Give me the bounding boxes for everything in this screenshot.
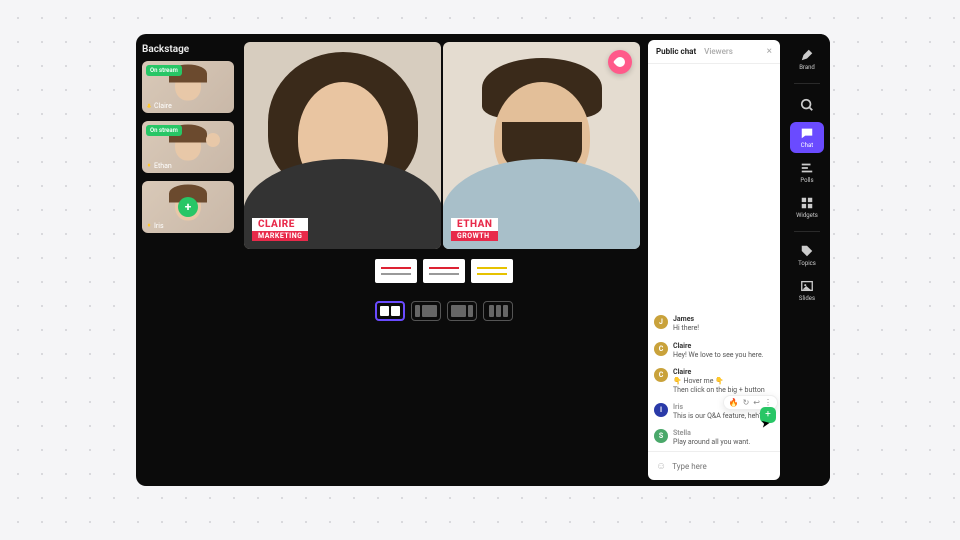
message-text: Hi there! xyxy=(673,324,774,333)
rail-label: Widgets xyxy=(796,212,818,219)
rail-divider xyxy=(794,231,820,232)
message-author: Claire xyxy=(673,342,774,350)
layout-pip-right[interactable] xyxy=(447,301,477,321)
mic-icon xyxy=(146,223,152,229)
speaker-role: MARKETING xyxy=(252,231,308,241)
chat-message: S Stella Play around all you want. xyxy=(654,429,774,447)
slide-thumbnails xyxy=(375,259,513,283)
chat-tabs: Public chat Viewers × xyxy=(648,40,780,64)
stage-videos: CLAIRE MARKETING ETHAN GROWTH xyxy=(240,34,648,253)
layout-pip-left[interactable] xyxy=(411,301,441,321)
rail-topics[interactable]: Topics xyxy=(790,240,824,271)
stage-area: CLAIRE MARKETING ETHAN GROWTH xyxy=(240,34,648,486)
name-tag: ETHAN GROWTH xyxy=(451,218,498,241)
message-author: Stella xyxy=(673,429,774,437)
slide-thumb[interactable] xyxy=(471,259,513,283)
fire-icon[interactable]: 🔥 xyxy=(729,398,739,407)
rail-search[interactable] xyxy=(790,92,824,118)
right-rail: Brand Chat Polls Widgets Topics Slides xyxy=(784,34,830,486)
layout-split[interactable] xyxy=(375,301,405,321)
rail-label: Polls xyxy=(800,177,813,184)
on-stream-badge: On stream xyxy=(146,125,182,136)
message-text: Hey! We love to see you here. xyxy=(673,351,774,360)
rail-divider xyxy=(794,83,820,84)
layout-picker xyxy=(375,301,513,321)
rail-label: Slides xyxy=(799,295,815,302)
message-text: Play around all you want. xyxy=(673,438,774,447)
speaker-role: GROWTH xyxy=(451,231,498,241)
rail-label: Brand xyxy=(799,64,815,71)
add-to-stage-button[interactable]: + xyxy=(178,197,198,217)
rail-label: Topics xyxy=(798,260,816,267)
chat-message-hovered: 🔥 ↻ ↩ ⋮ + ➤ I Iris This is our Q&A featu… xyxy=(654,403,774,421)
tab-public-chat[interactable]: Public chat xyxy=(656,47,696,56)
smile-icon[interactable]: ☺ xyxy=(656,461,666,472)
backstage-tile-iris[interactable]: + Iris xyxy=(142,181,234,233)
tab-viewers[interactable]: Viewers xyxy=(704,47,733,56)
message-text: This is our Q&A feature, heh? xyxy=(673,412,774,421)
backstage-tile-claire[interactable]: On stream Claire xyxy=(142,61,234,113)
drop-icon[interactable] xyxy=(608,50,632,74)
chat-messages[interactable]: J James Hi there! C Claire Hey! We love … xyxy=(648,64,780,451)
tag-icon xyxy=(800,244,814,258)
image-icon xyxy=(800,279,814,293)
chat-message: C Claire 👇 Hover me 👇 Then click on the … xyxy=(654,368,774,395)
backstage-title: Backstage xyxy=(142,44,234,55)
rail-slides[interactable]: Slides xyxy=(790,275,824,306)
message-text: 👇 Hover me 👇 Then click on the big + but… xyxy=(673,377,774,395)
chat-message: J James Hi there! xyxy=(654,315,774,333)
rail-label: Chat xyxy=(801,142,813,149)
backstage-name: Claire xyxy=(146,102,172,110)
rail-polls[interactable]: Polls xyxy=(790,157,824,188)
chat-input-row: ☺ xyxy=(648,451,780,480)
mic-icon xyxy=(146,163,152,169)
video-tile-claire[interactable]: CLAIRE MARKETING xyxy=(244,42,441,249)
chat-bubble-icon xyxy=(800,126,814,140)
backstage-panel: Backstage On stream Claire On stream Eth… xyxy=(136,34,240,486)
refresh-icon[interactable]: ↻ xyxy=(743,398,750,407)
avatar: I xyxy=(654,403,668,417)
app-window: Backstage On stream Claire On stream Eth… xyxy=(136,34,830,486)
backstage-tile-ethan[interactable]: On stream Ethan xyxy=(142,121,234,173)
slide-thumb[interactable] xyxy=(375,259,417,283)
avatar: S xyxy=(654,429,668,443)
rail-brand[interactable]: Brand xyxy=(790,44,824,75)
on-stream-badge: On stream xyxy=(146,65,182,76)
avatar: C xyxy=(654,342,668,356)
name-tag: CLAIRE MARKETING xyxy=(252,218,308,241)
mic-icon xyxy=(146,103,152,109)
reply-icon[interactable]: ↩ xyxy=(753,398,760,407)
layout-grid[interactable] xyxy=(483,301,513,321)
chat-panel: Public chat Viewers × J James Hi there! … xyxy=(648,40,780,480)
rail-widgets[interactable]: Widgets xyxy=(790,192,824,223)
speaker-name: ETHAN xyxy=(451,218,498,231)
dots-icon[interactable]: ⋮ xyxy=(764,398,772,407)
search-icon xyxy=(800,98,814,112)
bars-icon xyxy=(800,161,814,175)
avatar-hand xyxy=(206,133,220,147)
speaker-name: CLAIRE xyxy=(252,218,308,231)
backstage-name: Ethan xyxy=(146,162,172,170)
pencil-icon xyxy=(800,48,814,62)
slide-thumb[interactable] xyxy=(423,259,465,283)
avatar: J xyxy=(654,315,668,329)
avatar: C xyxy=(654,368,668,382)
video-tile-ethan[interactable]: ETHAN GROWTH xyxy=(443,42,640,249)
rail-chat[interactable]: Chat xyxy=(790,122,824,153)
close-icon[interactable]: × xyxy=(767,46,772,57)
chat-input[interactable] xyxy=(672,462,782,471)
message-author: James xyxy=(673,315,774,323)
message-author: Claire xyxy=(673,368,774,376)
backstage-name: Iris xyxy=(146,222,164,230)
chat-message: C Claire Hey! We love to see you here. xyxy=(654,342,774,360)
grid-icon xyxy=(800,196,814,210)
